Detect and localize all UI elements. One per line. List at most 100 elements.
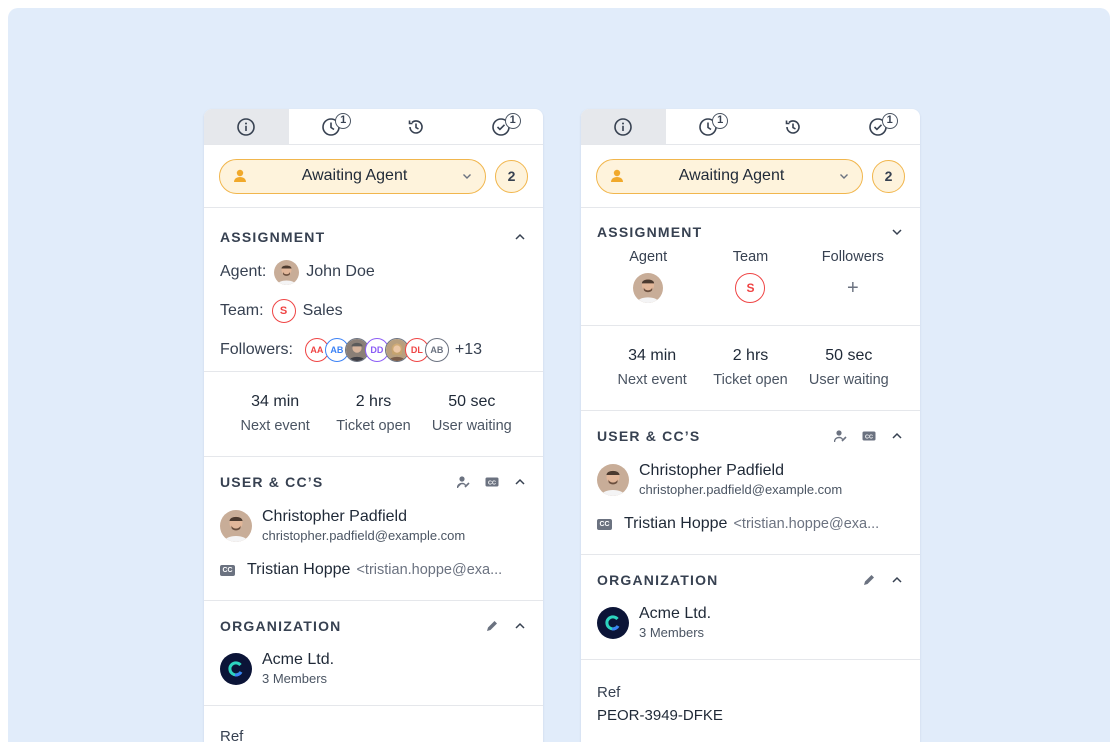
cc-icon[interactable]: CC [862,429,876,443]
tab-history[interactable] [374,109,459,144]
tab-tasks-badge: 1 [504,113,521,129]
chevron-down-icon [463,174,471,179]
assignment-agent-col: Agent [597,249,699,303]
assignment-header[interactable]: ASSIGNMENT [220,228,527,246]
tab-timers[interactable]: 1 [289,109,374,144]
team-badge[interactable]: S [271,299,296,323]
tab-bar: 1 1 [204,109,543,145]
cc-badge-icon: CC [220,564,235,576]
users-header[interactable]: USER & CC’S CC [597,427,904,445]
history-icon [785,119,800,134]
status-dropdown[interactable]: Awaiting Agent [596,158,863,194]
pencil-icon[interactable] [862,573,876,587]
agent-row: Agent: John Doe [220,259,527,285]
organization-name: Acme Ltd. [262,651,335,668]
timer-value: 50 sec [825,347,873,364]
timer-value: 2 hrs [355,393,392,410]
followers-row: Followers: AA AB DD DL AB +13 [220,337,527,363]
info-icon [614,117,633,136]
status-count-badge[interactable]: 2 [872,159,905,193]
cc-row[interactable]: CC Tristian Hoppe <tristian.hoppe@exa... [220,561,527,579]
agent-avatar[interactable] [633,273,664,303]
follower-chip[interactable]: AB [424,338,449,362]
tab-info[interactable] [581,109,666,144]
assignment-section: ASSIGNMENT Agent Team S Followers + [581,208,920,326]
timer-user-waiting: 50 sec User waiting [423,393,521,434]
organization-section: ORGANIZATION Acme Ltd. 3 Members [204,601,543,706]
chevron-down-icon[interactable] [890,225,904,239]
users-title: USER & CC’S [597,428,701,444]
add-user-icon[interactable] [834,429,848,443]
organization-row[interactable]: Acme Ltd. 3 Members [220,651,527,686]
organization-members: 3 Members [262,671,328,686]
timer-value: 34 min [628,347,677,364]
ref-value[interactable]: PEOR-3949-DFKE [597,707,904,724]
status-row: Awaiting Agent 2 [204,145,543,208]
col-label: Followers [821,249,884,265]
ref-section: Ref PEOR-3949-DFKE [581,660,920,724]
tab-tasks[interactable]: 1 [835,109,920,144]
organization-name: Acme Ltd. [639,605,712,622]
organization-header[interactable]: ORGANIZATION [597,571,904,589]
cc-name: Tristian Hoppe [624,515,728,532]
status-dropdown[interactable]: Awaiting Agent [219,158,486,194]
cc-icon[interactable]: CC [485,475,499,489]
svg-text:CC: CC [865,435,873,441]
add-follower-button[interactable]: + [847,277,859,300]
info-icon [237,117,256,136]
history-icon [408,119,423,134]
add-user-icon[interactable] [457,475,471,489]
cc-badge-icon: CC [597,518,612,530]
cc-row[interactable]: CC Tristian Hoppe <tristian.hoppe@exa... [597,515,904,533]
organization-header[interactable]: ORGANIZATION [220,617,527,635]
ticket-sidebar-expanded: 1 1 Awaiting Agent 2 ASSIGNMENT Agent: J… [204,109,543,742]
user-row[interactable]: Christopher Padfield christopher.padfiel… [597,462,904,497]
chevron-up-icon[interactable] [890,573,904,587]
timer-next-event: 34 min Next event [226,393,324,434]
chevron-up-icon[interactable] [513,230,527,244]
tab-history[interactable] [751,109,836,144]
tab-timers[interactable]: 1 [666,109,751,144]
users-section: USER & CC’S CC Christopher Padfield chri… [204,457,543,601]
tab-info[interactable] [204,109,289,144]
team-label: Team: [220,302,264,319]
ref-label: Ref [597,684,621,701]
agent-name[interactable]: John Doe [306,263,375,281]
agent-label: Agent: [220,263,267,280]
tab-timers-badge: 1 [712,113,729,129]
team-badge[interactable]: S [735,273,766,303]
tab-tasks[interactable]: 1 [458,109,543,144]
chevron-up-icon[interactable] [890,429,904,443]
timer-value: 34 min [251,393,300,410]
users-section: USER & CC’S CC Christopher Padfield chri… [581,411,920,555]
acme-logo-icon [220,652,252,685]
team-name[interactable]: Sales [303,302,343,320]
timer-label: Next event [617,372,687,388]
pencil-icon[interactable] [485,619,499,633]
tab-timers-badge: 1 [335,113,352,129]
user-row[interactable]: Christopher Padfield christopher.padfiel… [220,508,527,543]
followers-label: Followers: [220,341,293,358]
col-label: Agent [629,249,668,265]
timer-label: Next event [240,418,310,434]
assignment-header[interactable]: ASSIGNMENT [597,223,904,241]
organization-title: ORGANIZATION [597,572,719,588]
followers-more-count[interactable]: +13 [455,341,482,359]
chevron-up-icon[interactable] [513,475,527,489]
timers-section: 34 min Next event 2 hrs Ticket open 50 s… [581,326,920,411]
users-header[interactable]: USER & CC’S CC [220,473,527,491]
agent-avatar[interactable] [274,259,300,285]
status-label: Awaiting Agent [678,167,785,184]
user-email: christopher.padfield@example.com [639,482,843,497]
organization-members: 3 Members [639,625,705,640]
organization-section: ORGANIZATION Acme Ltd. 3 Members [581,555,920,660]
user-avatar [220,509,252,542]
organization-row[interactable]: Acme Ltd. 3 Members [597,605,904,640]
timer-label: User waiting [808,372,889,388]
assignment-title: ASSIGNMENT [597,224,703,240]
timer-label: User waiting [431,418,512,434]
status-row: Awaiting Agent 2 [581,145,920,208]
status-count-badge[interactable]: 2 [495,159,528,193]
chevron-up-icon[interactable] [513,619,527,633]
timers-row: 34 min Next event 2 hrs Ticket open 50 s… [597,347,904,388]
